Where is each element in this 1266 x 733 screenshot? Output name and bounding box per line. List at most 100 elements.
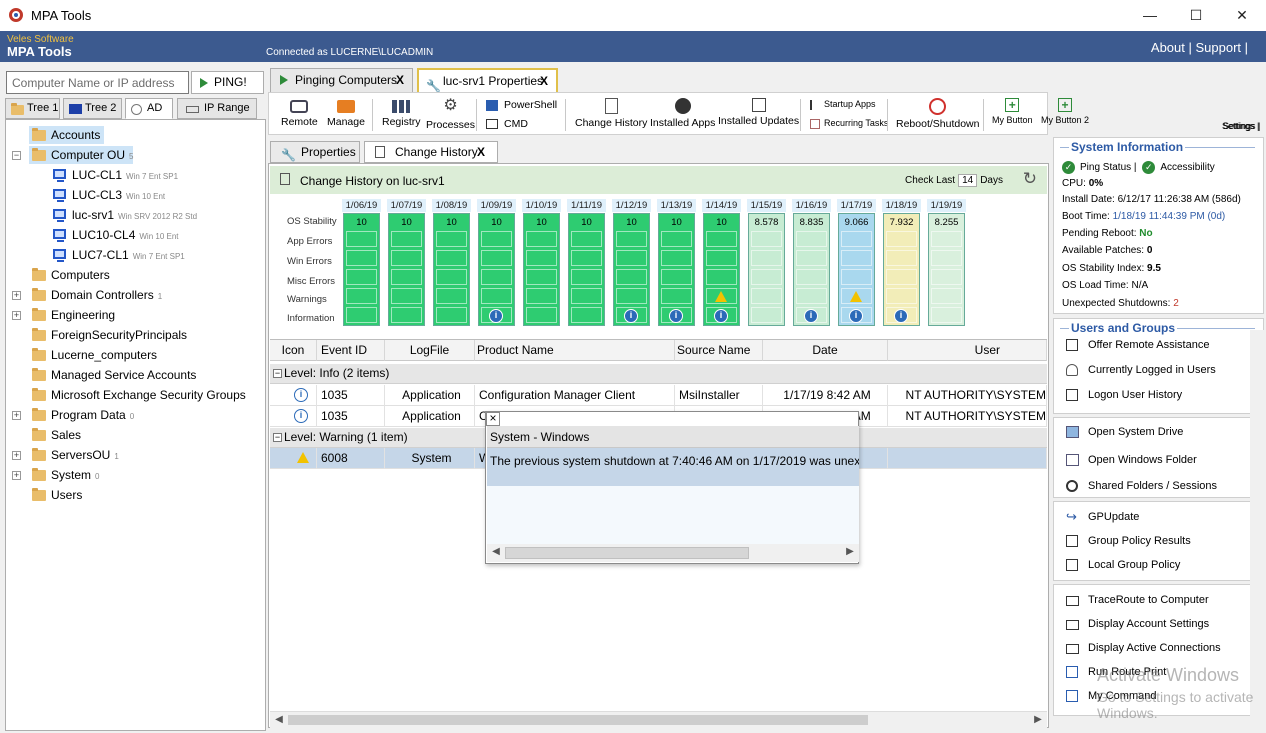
- column-user[interactable]: User: [888, 340, 1047, 361]
- tab-properties[interactable]: 🔧 Properties: [270, 141, 360, 163]
- warning-icon[interactable]: [715, 291, 727, 302]
- display-account-settings[interactable]: Display Account Settings: [1066, 618, 1209, 630]
- my-button-2[interactable]: + My Button 2: [1041, 98, 1089, 125]
- tree-node[interactable]: Domain Controllers 1: [29, 286, 162, 304]
- powershell-button[interactable]: PowerShell: [486, 99, 557, 111]
- tree-node[interactable]: LUC-CL3 Win 10 Ent: [50, 186, 165, 204]
- expand-toggle[interactable]: −: [12, 151, 21, 160]
- history-day-column[interactable]: 1/15/19 8.578: [747, 199, 786, 327]
- scroll-right-icon[interactable]: ▶: [843, 546, 857, 559]
- expand-toggle[interactable]: +: [12, 451, 21, 460]
- tree-node[interactable]: LUC-CL1 Win 7 Ent SP1: [50, 166, 178, 184]
- history-day-column[interactable]: 1/10/19 10: [522, 199, 561, 327]
- history-day-column[interactable]: 1/11/19 10: [567, 199, 606, 327]
- tree-node[interactable]: LUC7-CL1 Win 7 Ent SP1: [50, 246, 185, 264]
- tree-node[interactable]: Microsoft Exchange Security Groups: [29, 386, 250, 404]
- installed-apps-button[interactable]: Installed Apps: [650, 98, 715, 129]
- close-button[interactable]: ✕: [1219, 0, 1265, 31]
- display-active-connections[interactable]: Display Active Connections: [1066, 642, 1221, 654]
- group-info[interactable]: − Level: Info (2 items): [270, 364, 1047, 384]
- warning-icon[interactable]: [850, 291, 862, 302]
- minimize-button[interactable]: —: [1127, 0, 1173, 31]
- close-tab-button[interactable]: X: [540, 70, 548, 92]
- right-vertical-scrollbar[interactable]: [1250, 330, 1264, 731]
- tree-node[interactable]: Managed Service Accounts: [29, 366, 200, 384]
- tree-node[interactable]: Computers: [29, 266, 114, 284]
- info-icon[interactable]: i: [669, 309, 683, 323]
- remote-button[interactable]: Remote: [281, 98, 318, 128]
- tree-node[interactable]: LUC10-CL4 Win 10 Ent: [50, 226, 179, 244]
- open-system-drive[interactable]: Open System Drive: [1066, 426, 1183, 438]
- group-policy-results[interactable]: Group Policy Results: [1066, 535, 1191, 547]
- info-icon[interactable]: i: [489, 309, 503, 323]
- refresh-icon[interactable]: ↻: [1023, 169, 1037, 189]
- offer-remote-assistance[interactable]: Offer Remote Assistance: [1066, 339, 1209, 351]
- shared-folders-sessions[interactable]: Shared Folders / Sessions: [1066, 480, 1217, 492]
- history-day-column[interactable]: 1/18/19 7.932 i: [882, 199, 921, 327]
- logon-user-history[interactable]: Logon User History: [1066, 389, 1182, 401]
- expand-toggle[interactable]: +: [12, 311, 21, 320]
- reboot-shutdown-button[interactable]: Reboot/Shutdown: [896, 98, 979, 130]
- column-product-name[interactable]: Product Name: [475, 340, 675, 361]
- info-icon[interactable]: i: [714, 309, 728, 323]
- expand-toggle[interactable]: +: [12, 291, 21, 300]
- startup-apps-button[interactable]: Startup Apps: [810, 99, 876, 110]
- tree-node[interactable]: luc-srv1 Win SRV 2012 R2 Std: [50, 206, 197, 224]
- collapse-toggle[interactable]: −: [273, 433, 282, 442]
- tab-change-history[interactable]: Change History X: [364, 141, 498, 163]
- column-logfile[interactable]: LogFile: [385, 340, 475, 361]
- history-day-column[interactable]: 1/19/19 8.255: [927, 199, 966, 327]
- local-group-policy[interactable]: Local Group Policy: [1066, 559, 1180, 571]
- check-last-days-input[interactable]: 14: [958, 174, 978, 187]
- about-support-links[interactable]: About | Support |: [1151, 40, 1248, 55]
- scroll-thumb[interactable]: [288, 715, 868, 725]
- settings-link[interactable]: Settings |: [1222, 121, 1259, 131]
- info-icon[interactable]: i: [804, 309, 818, 323]
- column-event-id[interactable]: Event ID: [317, 340, 385, 361]
- collapse-toggle[interactable]: −: [273, 369, 282, 378]
- registry-button[interactable]: Registry: [382, 98, 421, 128]
- manage-button[interactable]: Manage: [327, 98, 365, 128]
- history-day-column[interactable]: 1/07/19 10: [387, 199, 426, 327]
- recurring-tasks-button[interactable]: Recurring Tasks: [810, 118, 888, 129]
- tab-ip-range[interactable]: IP Range: [177, 98, 257, 119]
- my-button[interactable]: + My Button: [992, 98, 1033, 125]
- scroll-left-icon[interactable]: ◀: [272, 714, 286, 727]
- tree-node[interactable]: Computer OU 5: [29, 146, 134, 164]
- column-date[interactable]: Date: [763, 340, 888, 361]
- history-day-column[interactable]: 1/16/19 8.835 i: [792, 199, 831, 327]
- scroll-thumb[interactable]: [505, 547, 749, 559]
- ping-button[interactable]: PING!: [191, 71, 264, 94]
- tab-tree1[interactable]: Tree 1: [5, 98, 60, 119]
- column-icon[interactable]: Icon: [270, 340, 317, 361]
- history-day-column[interactable]: 1/08/19 10: [432, 199, 471, 327]
- cmd-button[interactable]: CMD: [486, 118, 528, 130]
- history-day-column[interactable]: 1/17/19 9.066 i: [837, 199, 876, 327]
- info-icon[interactable]: i: [894, 309, 908, 323]
- tree-node[interactable]: Sales: [29, 426, 85, 444]
- open-windows-folder[interactable]: Open Windows Folder: [1066, 454, 1197, 466]
- history-day-column[interactable]: 1/14/19 10 i: [702, 199, 741, 327]
- unexpected-shutdowns-line[interactable]: Unexpected Shutdowns: 2: [1062, 298, 1179, 309]
- tab-luc-srv1-properties[interactable]: 🔧 luc-srv1 Properties X: [417, 68, 558, 93]
- maximize-button[interactable]: ☐: [1173, 0, 1219, 31]
- tree-node[interactable]: ServersOU 1: [29, 446, 119, 464]
- info-icon[interactable]: i: [849, 309, 863, 323]
- tree-node[interactable]: Program Data 0: [29, 406, 134, 424]
- scroll-right-icon[interactable]: ▶: [1031, 714, 1045, 727]
- history-day-column[interactable]: 1/09/19 10 i: [477, 199, 516, 327]
- tree-node[interactable]: Engineering: [29, 306, 119, 324]
- expand-toggle[interactable]: +: [12, 471, 21, 480]
- close-tab-button[interactable]: X: [396, 69, 404, 91]
- popup-scrollbar[interactable]: ◀ ▶: [487, 544, 859, 562]
- computer-search-input[interactable]: Computer Name or IP address: [6, 71, 189, 94]
- tree-node[interactable]: ForeignSecurityPrincipals: [29, 326, 191, 344]
- gpupdate[interactable]: ↪ GPUpdate: [1066, 510, 1139, 523]
- table-row[interactable]: i 1035ApplicationConfiguration Manager Cl…: [270, 385, 1047, 406]
- tree-node[interactable]: System 0: [29, 466, 99, 484]
- tree-node[interactable]: Lucerne_computers: [29, 346, 161, 364]
- change-history-button[interactable]: Change History: [575, 98, 647, 129]
- traceroute-to-computer[interactable]: TraceRoute to Computer: [1066, 594, 1209, 606]
- tab-tree2[interactable]: Tree 2: [63, 98, 122, 119]
- tab-pinging-computers[interactable]: Pinging Computers X: [270, 68, 413, 92]
